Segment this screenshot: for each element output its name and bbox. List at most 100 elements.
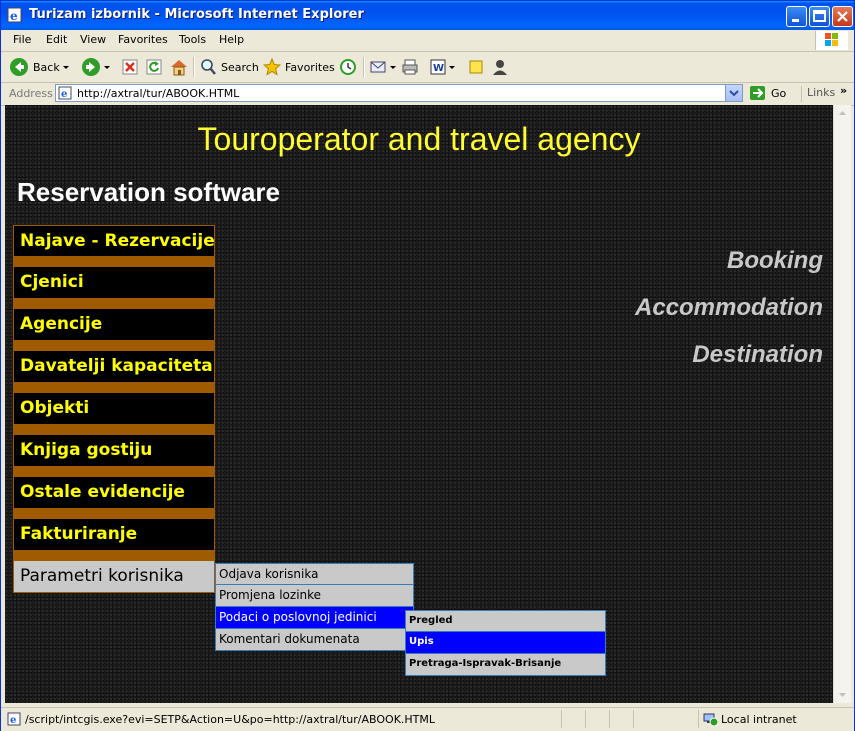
chevron-down-icon: [729, 90, 739, 97]
links-button[interactable]: Links: [801, 86, 835, 102]
print-button[interactable]: [401, 56, 419, 78]
go-button[interactable]: Go: [749, 85, 786, 101]
refresh-button[interactable]: [145, 56, 163, 78]
security-zone: Local intranet: [721, 713, 797, 726]
svg-text:e: e: [10, 9, 18, 23]
svg-text:e: e: [10, 715, 16, 726]
page-icon: e: [58, 86, 72, 100]
menu-bar: File Edit View Favorites Tools Help: [1, 30, 854, 52]
submenu-pretraga-ispravak-brisanje[interactable]: Pretraga-Ispravak-Brisanje: [405, 654, 606, 676]
close-button[interactable]: [832, 6, 853, 27]
chevron-right-icon[interactable]: »: [840, 84, 847, 97]
submenu-parametri: Odjava korisnika Promjena lozinke Podaci…: [215, 563, 414, 651]
main-nav: Najave - Rezervacije Cjenici Agencije Da…: [13, 225, 215, 593]
label-accommodation: Accommodation: [634, 294, 823, 321]
go-arrow-icon: [750, 86, 765, 100]
menu-tools[interactable]: Tools: [179, 33, 206, 46]
edit-dropdown-icon[interactable]: [447, 58, 457, 76]
address-label: Address: [9, 87, 53, 100]
nav-najave-rezervacije[interactable]: Najave - Rezervacije: [13, 225, 215, 257]
search-button[interactable]: Search: [199, 56, 259, 78]
nav-divider: [13, 551, 215, 561]
favorites-label: Favorites: [285, 60, 335, 74]
menu-edit[interactable]: Edit: [46, 33, 67, 46]
status-pane-divider: [585, 710, 586, 728]
window-title: Turizam izbornik - Microsoft Internet Ex…: [29, 7, 364, 22]
favorites-button[interactable]: Favorites: [263, 56, 335, 78]
page-content: Touroperator and travel agency Reservati…: [5, 105, 833, 703]
back-dropdown-icon[interactable]: [60, 57, 72, 77]
nav-cjenici[interactable]: Cjenici: [13, 267, 215, 299]
refresh-icon: [146, 59, 162, 75]
nav-divider: [13, 467, 215, 477]
nav-knjiga-gostiju[interactable]: Knjiga gostiju: [13, 435, 215, 467]
search-icon: [201, 59, 216, 75]
scroll-up-arrow-icon: [839, 111, 846, 115]
nav-divider: [13, 509, 215, 519]
submenu-komentari-dokumenata[interactable]: Komentari dokumenata: [215, 629, 414, 651]
ie-page-icon: e: [7, 7, 23, 23]
address-bar: Address e http://axtral/tur/ABOOK.HTML G…: [1, 83, 854, 106]
menu-file[interactable]: File: [13, 33, 31, 46]
status-bar: e /script/intcgis.exe?evi=SETP&Action=U&…: [1, 707, 854, 731]
note-icon: [469, 60, 483, 74]
status-pane-divider: [698, 710, 699, 728]
menu-favorites[interactable]: Favorites: [118, 33, 168, 46]
nav-divider: [13, 299, 215, 309]
menu-view[interactable]: View: [80, 33, 106, 46]
home-button[interactable]: [169, 56, 189, 78]
nav-objekti[interactable]: Objekti: [13, 393, 215, 425]
svg-text:W: W: [433, 63, 444, 74]
word-icon: W: [430, 59, 446, 75]
nav-divider: [13, 425, 215, 435]
mail-dropdown-icon[interactable]: [389, 58, 397, 76]
discuss-button[interactable]: [467, 56, 485, 78]
maximize-button[interactable]: [809, 6, 830, 27]
forward-dropdown-icon[interactable]: [101, 57, 113, 77]
vertical-scrollbar[interactable]: [833, 105, 851, 703]
scroll-down-arrow-icon: [839, 693, 846, 697]
status-page-icon: e: [7, 712, 21, 726]
label-destination: Destination: [692, 341, 823, 368]
address-dropdown-button[interactable]: [725, 85, 742, 101]
nav-agencije[interactable]: Agencije: [13, 309, 215, 341]
search-label: Search: [221, 60, 259, 74]
nav-divider: [13, 341, 215, 351]
submenu-pregled[interactable]: Pregled: [405, 610, 606, 632]
toolbar-separator: [363, 57, 365, 77]
history-button[interactable]: [339, 56, 357, 78]
back-arrow-icon: [10, 58, 28, 76]
title-bar[interactable]: e Turizam izbornik - Microsoft Internet …: [1, 1, 854, 30]
status-pane-divider: [633, 710, 634, 728]
submenu-upis[interactable]: Upis: [405, 632, 606, 654]
menu-help[interactable]: Help: [219, 33, 244, 46]
forward-button[interactable]: [81, 56, 113, 78]
submenu-podaci-o-poslovnoj-jedinici[interactable]: Podaci o poslovnoj jedinici: [215, 607, 414, 629]
nav-parametri-korisnika[interactable]: Parametri korisnika: [13, 561, 215, 593]
browser-window: e Turizam izbornik - Microsoft Internet …: [0, 0, 855, 731]
minimize-button[interactable]: [786, 6, 807, 27]
submenu-podaci: Pregled Upis Pretraga-Ispravak-Brisanje: [405, 610, 606, 676]
stop-button[interactable]: [121, 56, 139, 78]
back-button[interactable]: Back: [9, 56, 72, 78]
edit-word-button[interactable]: W: [429, 56, 457, 78]
nav-fakturiranje[interactable]: Fakturiranje: [13, 519, 215, 551]
nav-ostale-evidencije[interactable]: Ostale evidencije: [13, 477, 215, 509]
stop-icon: [122, 59, 138, 75]
home-icon: [171, 60, 187, 76]
nav-davatelji-kapaciteta[interactable]: Davatelji kapaciteta: [13, 351, 215, 383]
windows-flag-icon: [815, 31, 848, 50]
history-icon: [340, 59, 356, 75]
favorites-star-icon: [263, 58, 281, 76]
local-intranet-icon: [703, 713, 718, 727]
mail-button[interactable]: [369, 56, 397, 78]
messenger-button[interactable]: [491, 56, 509, 78]
page-heading: Touroperator and travel agency: [197, 121, 641, 157]
scroll-up-button[interactable]: [835, 105, 850, 121]
scroll-down-button[interactable]: [835, 687, 850, 703]
address-input[interactable]: e http://axtral/tur/ABOOK.HTML: [55, 84, 743, 102]
submenu-odjava-korisnika[interactable]: Odjava korisnika: [215, 563, 414, 585]
standard-toolbar: Back Search Favorites W: [1, 52, 854, 83]
submenu-promjena-lozinke[interactable]: Promjena lozinke: [215, 585, 414, 607]
toolbar-separator: [193, 57, 195, 77]
